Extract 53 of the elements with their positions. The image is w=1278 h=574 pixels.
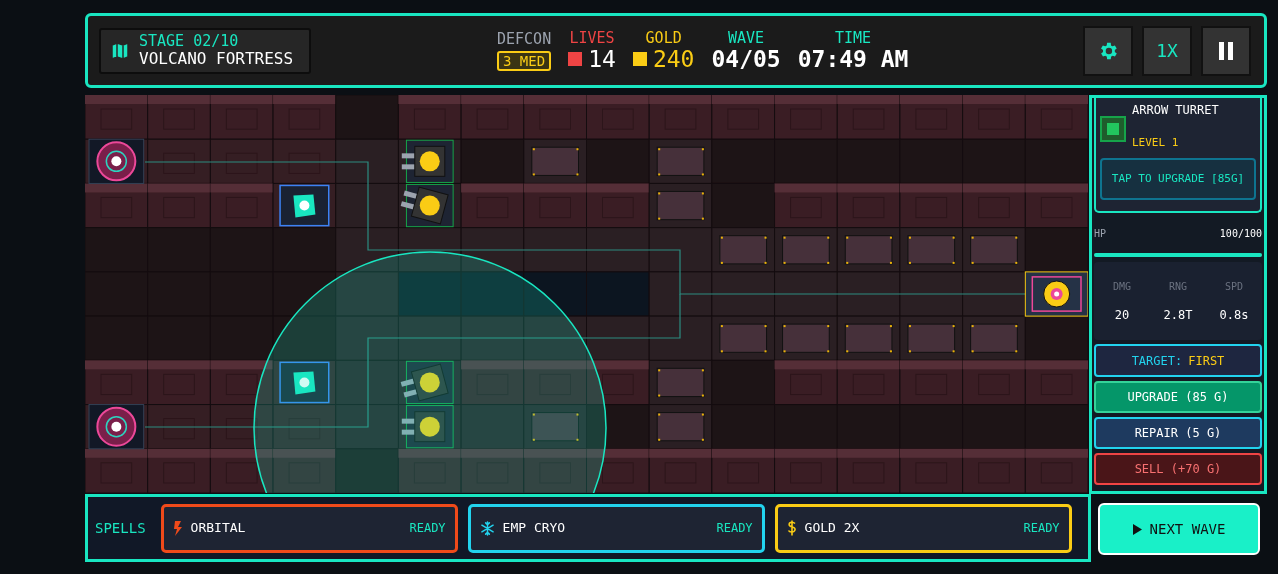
speed-button[interactable]: 1X [1142,25,1192,76]
spell-status: READY [1023,520,1060,537]
tap-to-upgrade-button[interactable]: TAP TO UPGRADE [85G] [1100,158,1256,200]
stat-label: DMG [1112,281,1132,292]
spell-name: GOLD 2X [804,519,860,538]
spell-card[interactable]: ORBITAL READY [160,503,458,553]
spell-name: ORBITAL [190,519,246,538]
snowflake-icon [479,520,495,536]
square-icon [568,52,583,66]
stage-number: STAGE 02/10 [139,34,240,49]
map-name: VOLCANO FORTRESS [139,51,294,67]
pause-icon [1218,41,1234,60]
spell-status: READY [409,520,446,537]
tower-icon [1100,116,1126,142]
stat-value: 04/05 [711,47,781,71]
stat-value: 20 [1114,308,1130,321]
sell-button[interactable]: SELL (+70 G) [1094,453,1262,485]
stat-value: 14 [588,47,616,71]
defcon-badge: 3 MED [497,50,552,71]
tower-name: ARROW TURRET [1132,104,1219,116]
stat-label: GOLD [645,30,682,46]
spell-name: EMP CRYO [502,519,566,538]
hp-label: HP [1094,229,1107,239]
stat-value: 240 [652,47,695,71]
stat-label: LIVES [569,30,615,46]
next-wave-button[interactable]: NEXT WAVE [1098,503,1260,555]
stat-label: SPD [1224,281,1244,292]
game-map-drawing[interactable] [85,95,1088,493]
stat-label: DEFCON [497,31,552,47]
map-icon [111,41,129,60]
spell-status: READY [716,520,753,537]
upgrade-button[interactable]: UPGRADE (85 G) [1094,381,1262,413]
target-value: FIRST [1188,352,1225,370]
target-button[interactable]: TARGET: FIRST [1094,344,1262,377]
spell-card[interactable]: GOLD 2X READY [774,503,1072,553]
stat-label: WAVE [728,30,765,46]
spell-card[interactable]: EMP CRYO READY [467,503,765,553]
lightning-icon [172,520,183,536]
pause-button[interactable] [1201,25,1251,76]
square-icon [632,52,647,66]
stat-value: 07:49 AM [797,47,909,71]
stat-value: 0.8s [1219,308,1249,321]
settings-button[interactable] [1083,25,1133,76]
target-label: TARGET: [1131,352,1183,370]
hp-reading: 100/100 [1219,229,1262,239]
stat-label: RNG [1168,281,1188,292]
play-icon [1132,523,1142,535]
dollar-icon [786,520,797,536]
repair-button[interactable]: REPAIR (5 G) [1094,417,1262,449]
tower-level: LEVEL 1 [1132,137,1180,148]
stat-value: 2.8T [1163,308,1193,321]
spells-label: SPELLS [95,518,146,538]
stat-label: TIME [835,30,872,46]
